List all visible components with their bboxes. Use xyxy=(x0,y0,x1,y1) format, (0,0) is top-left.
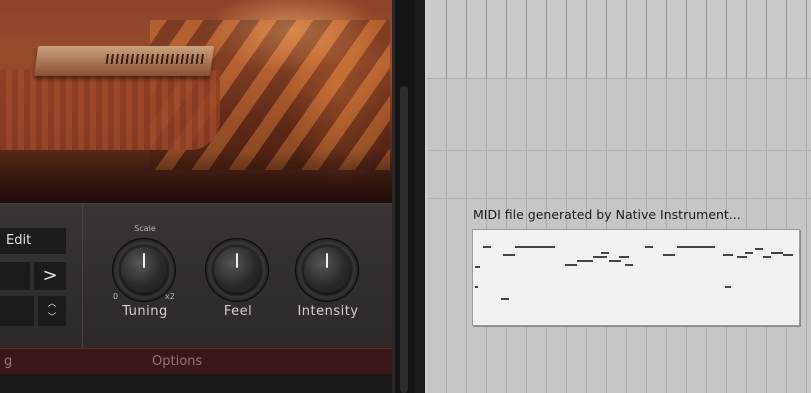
value-stepper[interactable]: ︿ ﹀ xyxy=(38,296,66,326)
chevron-down-icon[interactable]: ﹀ xyxy=(38,311,66,325)
midi-note xyxy=(483,246,491,248)
pane-separator[interactable] xyxy=(415,0,427,393)
midi-clip[interactable] xyxy=(472,229,800,326)
arrangement-view[interactable]: MIDI file generated by Native Instrument… xyxy=(427,0,811,393)
tuning-control: Scale 0 x2 Tuning xyxy=(105,216,185,336)
intensity-label: Intensity xyxy=(297,304,359,319)
tuning-label: Tuning xyxy=(122,304,168,319)
midi-note xyxy=(515,246,555,248)
artwork-shadow xyxy=(0,150,392,203)
midi-note xyxy=(755,248,763,250)
midi-note xyxy=(783,254,793,256)
tuning-knob[interactable] xyxy=(121,247,167,293)
track-lane[interactable] xyxy=(427,0,811,78)
edit-button[interactable]: Edit xyxy=(0,228,66,254)
midi-note xyxy=(625,264,633,266)
midi-note xyxy=(663,254,675,256)
midi-note xyxy=(601,252,609,254)
lane-divider xyxy=(427,198,811,199)
midi-clip-title[interactable]: MIDI file generated by Native Instrument… xyxy=(473,207,803,222)
instrument-artwork xyxy=(0,0,392,203)
tuning-min-caption: 0 xyxy=(113,292,119,301)
tab-options[interactable]: Options xyxy=(152,349,202,375)
midi-note xyxy=(619,256,629,258)
lane-divider xyxy=(427,78,811,79)
tuning-max-caption: x2 xyxy=(165,292,175,301)
value-field[interactable] xyxy=(0,296,34,326)
midi-note xyxy=(501,298,509,300)
midi-note xyxy=(475,266,480,268)
plugin-footer xyxy=(0,374,392,393)
midi-note xyxy=(475,286,478,288)
tab-partial[interactable]: g xyxy=(4,349,12,375)
artwork-instrument xyxy=(33,46,215,76)
controls-panel: Edit > ︿ ﹀ Scale 0 x2 Tuning Feel Intens… xyxy=(0,203,392,349)
plugin-tab-bar: g Options xyxy=(0,348,392,375)
midi-note xyxy=(677,246,715,248)
feel-label: Feel xyxy=(223,304,253,319)
midi-note xyxy=(565,264,577,266)
midi-note xyxy=(763,256,771,258)
intensity-control: Intensity xyxy=(288,216,368,336)
midi-note xyxy=(771,252,783,254)
intensity-knob[interactable] xyxy=(304,247,350,293)
midi-note xyxy=(725,286,731,288)
panel-divider xyxy=(82,204,83,349)
lane-divider xyxy=(427,150,811,151)
preset-display[interactable] xyxy=(0,262,30,290)
midi-note xyxy=(645,246,653,248)
feel-control: Feel xyxy=(198,216,278,336)
midi-note xyxy=(609,260,621,262)
next-preset-button[interactable]: > xyxy=(34,262,66,290)
midi-note xyxy=(593,256,607,258)
midi-note xyxy=(745,252,753,254)
tuning-scale-caption: Scale xyxy=(134,224,156,233)
feel-knob[interactable] xyxy=(214,247,260,293)
midi-note xyxy=(503,254,515,256)
scrollbar-thumb[interactable] xyxy=(400,86,408,393)
plugin-panel: Edit > ︿ ﹀ Scale 0 x2 Tuning Feel Intens… xyxy=(0,0,395,393)
midi-note xyxy=(577,260,593,262)
chevron-up-icon[interactable]: ︿ xyxy=(38,296,66,311)
midi-note xyxy=(723,254,733,256)
midi-note xyxy=(737,256,747,258)
artwork-rug xyxy=(0,70,220,150)
